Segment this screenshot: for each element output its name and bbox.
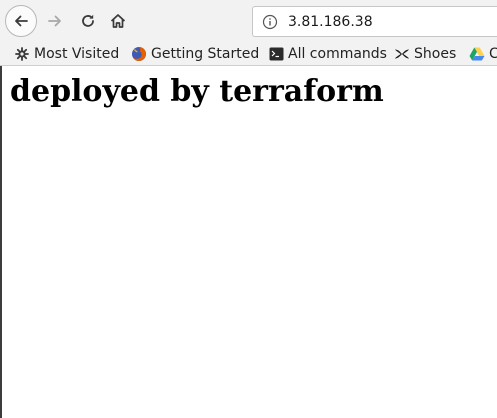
page-content: deployed by terraform: [0, 66, 497, 418]
navigation-toolbar: 3.81.186.38: [0, 0, 497, 42]
google-drive-icon: [469, 46, 485, 62]
bookmark-label: C: [489, 45, 497, 62]
address-bar[interactable]: 3.81.186.38: [252, 6, 497, 37]
gear-icon: [14, 46, 30, 62]
browser-chrome: 3.81.186.38 Most Visited Getting Started…: [0, 0, 497, 66]
window-left-border: [0, 66, 2, 418]
bookmark-getting-started[interactable]: Getting Started: [131, 42, 259, 65]
bookmarks-toolbar: Most Visited Getting Started All command…: [0, 42, 497, 65]
forward-arrow-icon: [48, 15, 61, 27]
bookmark-drive-truncated[interactable]: C: [469, 42, 497, 65]
bookmark-shoes[interactable]: Shoes: [394, 42, 456, 65]
bookmark-label: Getting Started: [151, 45, 260, 62]
forward-button[interactable]: [43, 9, 67, 33]
url-text[interactable]: 3.81.186.38: [288, 14, 373, 30]
firefox-icon: [131, 46, 147, 62]
back-arrow-icon: [15, 15, 28, 27]
bookmark-all-commands[interactable]: All commands: [268, 42, 387, 65]
bookmark-label: Most Visited: [34, 45, 120, 62]
under-armour-logo-icon: [394, 46, 410, 62]
home-button[interactable]: [106, 9, 130, 33]
bookmark-most-visited[interactable]: Most Visited: [14, 42, 119, 65]
bookmark-label: Shoes: [414, 45, 457, 62]
reload-button[interactable]: [76, 9, 100, 33]
terminal-icon: [268, 46, 284, 62]
back-button[interactable]: [5, 5, 37, 37]
home-icon: [110, 14, 126, 28]
bookmark-label: All commands: [288, 45, 387, 62]
info-icon[interactable]: [262, 14, 278, 30]
page-heading: deployed by terraform: [10, 74, 384, 109]
reload-icon: [82, 14, 94, 27]
